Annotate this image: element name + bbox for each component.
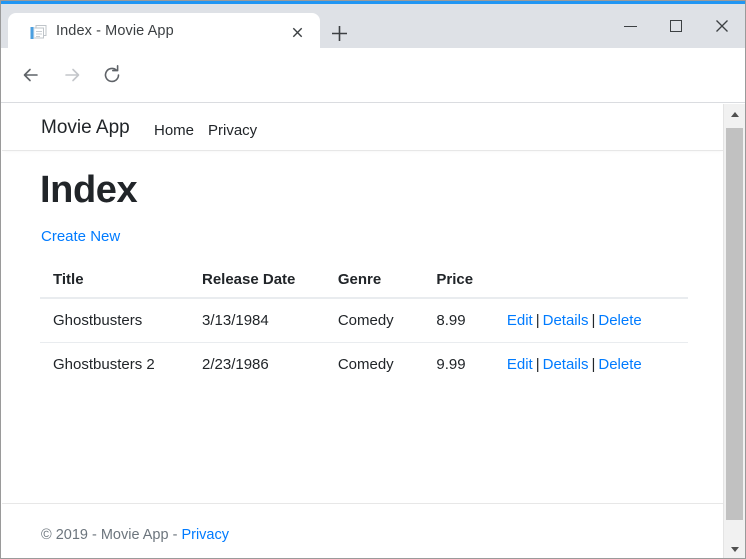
browser-titlebar: Index - Movie App	[1, 1, 745, 51]
close-window-button[interactable]	[699, 4, 745, 48]
browser-tab[interactable]: Index - Movie App	[8, 13, 320, 51]
nav-link-privacy[interactable]: Privacy	[208, 122, 257, 139]
column-header-genre: Genre	[337, 262, 437, 299]
scroll-up-button[interactable]	[724, 104, 745, 124]
close-window-icon	[716, 20, 728, 32]
back-arrow-icon	[23, 68, 38, 82]
table-row: Ghostbusters 3/13/1984 Comedy 8.99 Edit |…	[40, 297, 688, 343]
action-separator: |	[535, 312, 540, 329]
site-navbar: Movie App Home Privacy	[2, 104, 724, 151]
back-button[interactable]	[17, 61, 45, 89]
action-separator: |	[591, 356, 596, 373]
browser-toolbar: https://localhost:5001/Movies?searchStri…	[1, 48, 745, 141]
cell-genre: Comedy	[337, 297, 437, 343]
table-row: Ghostbusters 2 2/23/1986 Comedy 9.99 Edi…	[40, 342, 688, 386]
create-new-link[interactable]: Create New	[41, 228, 120, 245]
scrollbar-thumb[interactable]	[726, 128, 743, 520]
table-header-row: Title Release Date Genre Price	[40, 262, 688, 299]
maximize-icon	[670, 20, 682, 32]
web-page: Movie App Home Privacy Index Create New …	[2, 104, 724, 558]
column-header-release-date: Release Date	[202, 262, 338, 299]
cell-actions: Edit | Details | Delete	[506, 297, 688, 343]
cell-price: 9.99	[436, 342, 507, 386]
document-stack-icon	[30, 25, 48, 41]
site-footer: © 2019 - Movie App - Privacy	[2, 503, 724, 558]
page-title: Index	[40, 169, 138, 211]
minimize-icon	[623, 25, 637, 27]
chevron-up-icon	[730, 111, 739, 117]
cell-actions: Edit | Details | Delete	[506, 342, 688, 386]
chevron-down-icon	[730, 546, 739, 552]
navbar-brand[interactable]: Movie App	[41, 117, 130, 139]
footer-copyright: © 2019 - Movie App -	[41, 527, 182, 543]
window-controls	[607, 4, 745, 48]
reload-button[interactable]	[98, 61, 126, 89]
cell-genre: Comedy	[337, 342, 437, 386]
action-separator: |	[591, 312, 596, 329]
forward-arrow-icon	[65, 68, 80, 82]
footer-privacy-link[interactable]: Privacy	[181, 527, 229, 543]
cell-release-date: 3/13/1984	[202, 297, 338, 343]
minimize-button[interactable]	[607, 4, 653, 48]
scroll-down-button[interactable]	[724, 539, 745, 558]
column-header-actions	[506, 262, 688, 299]
details-link[interactable]: Details	[543, 312, 589, 329]
footer-text: © 2019 - Movie App - Privacy	[41, 527, 229, 543]
column-header-title: Title	[40, 262, 202, 299]
reload-icon	[104, 65, 120, 83]
tab-title: Index - Movie App	[56, 23, 174, 39]
forward-button[interactable]	[58, 61, 86, 89]
delete-link[interactable]: Delete	[598, 312, 641, 329]
cell-release-date: 2/23/1986	[202, 342, 338, 386]
vertical-scrollbar[interactable]	[723, 104, 745, 558]
edit-link[interactable]: Edit	[507, 356, 533, 373]
table-body: Ghostbusters 3/13/1984 Comedy 8.99 Edit |…	[40, 297, 688, 386]
page-viewport: Movie App Home Privacy Index Create New …	[2, 104, 745, 558]
browser-window: Index - Movie App Movie App Home Privacy…	[0, 0, 746, 559]
action-separator: |	[535, 356, 540, 373]
edit-link[interactable]: Edit	[507, 312, 533, 329]
cell-title: Ghostbusters	[40, 297, 202, 343]
nav-link-home[interactable]: Home	[154, 122, 194, 139]
cell-title: Ghostbusters 2	[40, 342, 202, 386]
cell-price: 8.99	[436, 297, 507, 343]
close-icon[interactable]	[289, 24, 306, 41]
table-head: Title Release Date Genre Price	[40, 262, 688, 299]
column-header-price: Price	[436, 262, 507, 299]
new-tab-button[interactable]	[329, 23, 350, 44]
maximize-button[interactable]	[653, 4, 699, 48]
details-link[interactable]: Details	[543, 356, 589, 373]
movies-table: Title Release Date Genre Price Ghostbust…	[40, 262, 688, 386]
delete-link[interactable]: Delete	[598, 356, 641, 373]
